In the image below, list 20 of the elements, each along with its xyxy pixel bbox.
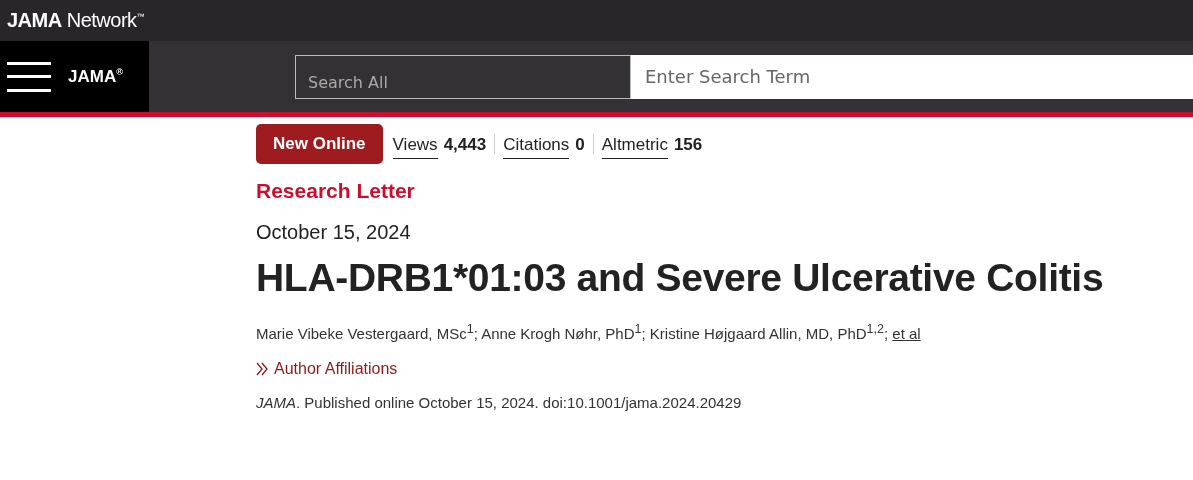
- article-type: Research Letter: [256, 179, 416, 203]
- metric-link[interactable]: Altmetric: [601, 134, 668, 159]
- chevron-icon: [256, 362, 268, 376]
- network-logo[interactable]: JAMA Network$^{™}$: [7, 9, 145, 32]
- author-list: Marie Vibeke Vestergaard, MSc$^{1}$; Anne Krogh Nøhr, PhD$^{1}$; Kristine Højgaard Allin, MD, PhD$^{1,2}$; et al: [256, 322, 1193, 342]
- search-field[interactable]: Enter Search Term: [631, 54, 1193, 99]
- metric-value: 156: [673, 134, 703, 156]
- metric-value: 4,443: [443, 134, 487, 156]
- et-al-link[interactable]: et al: [892, 325, 921, 342]
- author-affiliations-link[interactable]: Author Affiliations: [274, 360, 398, 378]
- article-title: HLA-DRB1*01:03 and Severe Ulcerative Colitis: [256, 256, 1105, 300]
- new-online-badge: New Online: [256, 124, 383, 164]
- search-scope-dropdown[interactable]: Search All: [295, 54, 631, 99]
- menu-icon[interactable]: [7, 61, 51, 92]
- publication-date: October 15, 2024: [256, 221, 412, 244]
- metric-value: 0: [575, 134, 585, 156]
- metric-link[interactable]: Views: [392, 134, 438, 159]
- metric-link[interactable]: Citations: [503, 134, 570, 159]
- journal-logo[interactable]: JAMA$^{®}$: [68, 66, 123, 87]
- citation-text: JAMA. Published online October 15, 2024. doi:10.1001/jama.2024.20429: [256, 394, 743, 411]
